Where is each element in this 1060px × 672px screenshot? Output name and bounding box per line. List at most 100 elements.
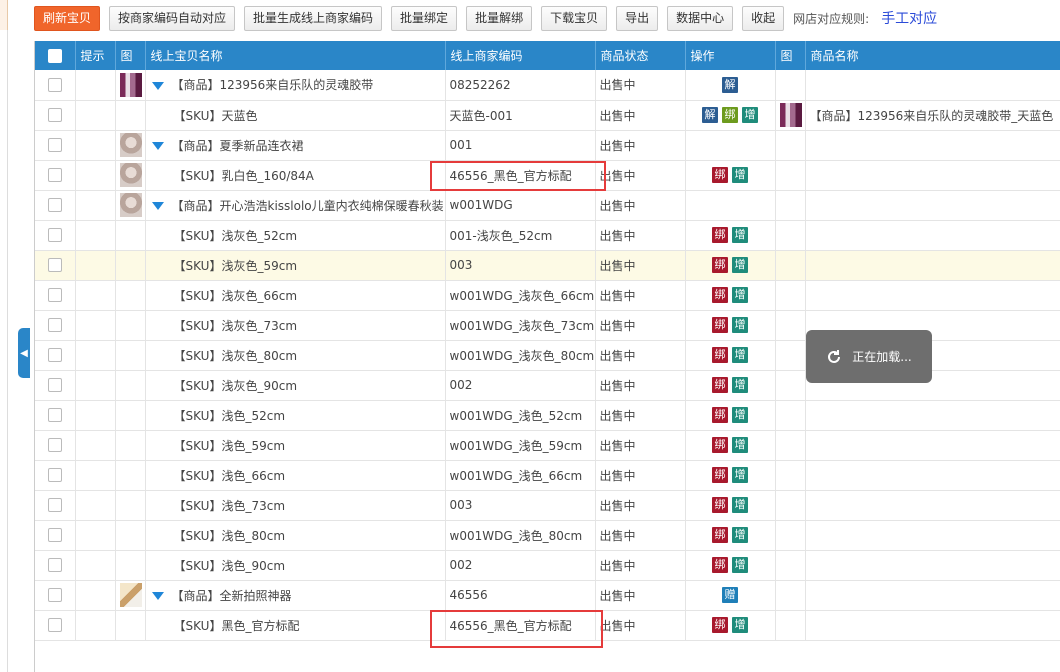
add-action[interactable]: 增 — [732, 617, 748, 633]
bind-action[interactable]: 绑 — [712, 527, 728, 543]
bind-action[interactable]: 绑 — [712, 497, 728, 513]
row-checkbox[interactable] — [47, 558, 62, 573]
row-checkbox[interactable] — [47, 288, 62, 303]
row-checkbox[interactable] — [47, 138, 62, 153]
table-row[interactable]: 【SKU】浅色_66cm w001WDG_浅色_66cm 出售中 绑增 — [35, 460, 1060, 491]
row-checkbox[interactable] — [47, 348, 62, 363]
row-select-cell[interactable] — [35, 490, 76, 521]
row-select-cell[interactable] — [35, 370, 76, 401]
row-select-cell[interactable] — [35, 280, 76, 311]
row-select-cell[interactable] — [35, 70, 76, 101]
add-action[interactable]: 增 — [732, 227, 748, 243]
batch-unbind-button[interactable]: 批量解绑 — [466, 5, 533, 31]
table-row[interactable]: 【SKU】浅色_52cm w001WDG_浅色_52cm 出售中 绑增 — [35, 400, 1060, 431]
select-all-header[interactable] — [35, 41, 76, 70]
refresh-items-button[interactable]: 刷新宝贝 — [34, 5, 101, 31]
bind-action[interactable]: 绑 — [712, 317, 728, 333]
bind-action[interactable]: 绑 — [712, 437, 728, 453]
expand-caret-icon[interactable] — [151, 592, 164, 600]
row-checkbox[interactable] — [47, 228, 62, 243]
unbind-action[interactable]: 解 — [702, 107, 718, 123]
download-items-button[interactable]: 下载宝贝 — [541, 5, 608, 31]
export-button[interactable]: 导出 — [616, 5, 659, 31]
bind-action[interactable]: 绑 — [712, 557, 728, 573]
table-row[interactable]: 【SKU】浅色_90cm 002 出售中 绑增 — [35, 550, 1060, 581]
table-row[interactable]: 【SKU】天蓝色 天蓝色-001 出售中 解绑增 【商品】123956来自乐队的… — [35, 100, 1060, 131]
row-select-cell[interactable] — [35, 220, 76, 251]
table-row[interactable]: 【SKU】浅灰色_52cm 001-浅灰色_52cm 出售中 绑增 — [35, 220, 1060, 251]
add-action[interactable]: 增 — [732, 497, 748, 513]
add-action[interactable]: 增 — [732, 437, 748, 453]
expand-caret-icon[interactable] — [151, 81, 164, 90]
add-action[interactable]: 增 — [732, 167, 748, 183]
row-checkbox[interactable] — [47, 588, 62, 603]
bind-action[interactable]: 绑 — [712, 407, 728, 423]
add-action[interactable]: 增 — [732, 467, 748, 483]
row-select-cell[interactable] — [35, 430, 76, 461]
bind-action[interactable]: 绑 — [712, 347, 728, 363]
row-select-cell[interactable] — [35, 130, 76, 161]
row-checkbox[interactable] — [47, 618, 62, 633]
row-checkbox[interactable] — [47, 198, 62, 213]
row-checkbox[interactable] — [47, 528, 62, 543]
row-select-cell[interactable] — [35, 550, 76, 581]
row-checkbox[interactable] — [47, 438, 62, 453]
bind-action[interactable]: 绑 — [722, 107, 738, 123]
row-checkbox[interactable] — [47, 108, 62, 123]
row-select-cell[interactable] — [35, 460, 76, 491]
bind-action[interactable]: 绑 — [712, 257, 728, 273]
bind-action[interactable]: 绑 — [712, 167, 728, 183]
bind-action[interactable]: 绑 — [712, 377, 728, 393]
manual-match-link[interactable]: 手工对应 — [881, 8, 937, 28]
bind-action[interactable]: 绑 — [712, 227, 728, 243]
row-select-cell[interactable] — [35, 100, 76, 131]
row-select-cell[interactable] — [35, 580, 76, 611]
row-checkbox[interactable] — [47, 498, 62, 513]
row-checkbox[interactable] — [47, 168, 62, 183]
add-action[interactable]: 增 — [732, 407, 748, 423]
table-row[interactable]: 【SKU】浅色_59cm w001WDG_浅色_59cm 出售中 绑增 — [35, 430, 1060, 461]
add-action[interactable]: 增 — [732, 377, 748, 393]
data-center-button[interactable]: 数据中心 — [667, 5, 734, 31]
row-checkbox[interactable] — [47, 318, 62, 333]
table-row[interactable]: 【商品】全新拍照神器 46556 出售中 赠 — [35, 580, 1060, 611]
row-select-cell[interactable] — [35, 160, 76, 191]
add-action[interactable]: 增 — [732, 557, 748, 573]
table-row[interactable]: 【商品】开心浩浩kisslolo儿童内衣纯棉保暖春秋装 w001WDG 出售中 — [35, 190, 1060, 221]
row-select-cell[interactable] — [35, 520, 76, 551]
collapse-button[interactable]: 收起 — [742, 5, 785, 31]
table-row[interactable]: 【SKU】浅色_80cm w001WDG_浅色_80cm 出售中 绑增 — [35, 520, 1060, 551]
row-checkbox[interactable] — [47, 78, 62, 92]
add-action[interactable]: 增 — [732, 347, 748, 363]
row-checkbox[interactable] — [47, 378, 62, 393]
row-checkbox[interactable] — [47, 408, 62, 423]
add-action[interactable]: 增 — [732, 257, 748, 273]
add-action[interactable]: 增 — [732, 317, 748, 333]
table-row[interactable]: 【商品】夏季新品连衣裙 001 出售中 — [35, 130, 1060, 161]
table-row[interactable]: 【SKU】浅灰色_66cm w001WDG_浅灰色_66cm 出售中 绑增 — [35, 280, 1060, 311]
select-all-checkbox[interactable] — [47, 48, 62, 63]
bind-action[interactable]: 绑 — [712, 467, 728, 483]
bind-action[interactable]: 绑 — [712, 617, 728, 633]
table-row[interactable]: 【SKU】浅色_73cm 003 出售中 绑增 — [35, 490, 1060, 521]
table-row[interactable]: 【商品】123956来自乐队的灵魂胶带 08252262 出售中 解 — [35, 70, 1060, 101]
bind-action[interactable]: 绑 — [712, 287, 728, 303]
add-action[interactable]: 增 — [732, 287, 748, 303]
row-select-cell[interactable] — [35, 250, 76, 281]
batch-generate-code-button[interactable]: 批量生成线上商家编码 — [244, 5, 383, 31]
table-row[interactable]: 【SKU】浅灰色_59cm 003 出售中 绑增 — [35, 250, 1060, 281]
row-select-cell[interactable] — [35, 400, 76, 431]
auto-match-by-code-button[interactable]: 按商家编码自动对应 — [109, 5, 236, 31]
add-action[interactable]: 增 — [742, 107, 758, 123]
row-select-cell[interactable] — [35, 190, 76, 221]
expand-caret-icon[interactable] — [151, 202, 164, 210]
row-select-cell[interactable] — [35, 610, 76, 641]
row-select-cell[interactable] — [35, 340, 76, 371]
row-checkbox[interactable] — [47, 258, 62, 273]
expand-caret-icon[interactable] — [151, 142, 164, 150]
gift-action[interactable]: 赠 — [722, 587, 738, 603]
batch-bind-button[interactable]: 批量绑定 — [391, 5, 458, 31]
collapse-left-icon[interactable]: ◀ — [18, 328, 30, 378]
row-select-cell[interactable] — [35, 310, 76, 341]
unbind-action[interactable]: 解 — [722, 76, 738, 93]
